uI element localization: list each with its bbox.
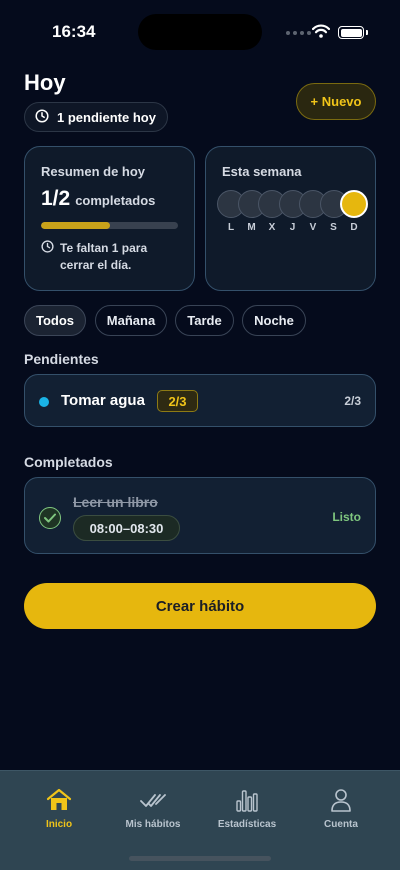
week-dots bbox=[217, 190, 368, 218]
tab-estadisticas[interactable]: Estadísticas bbox=[202, 787, 292, 830]
pending-section-title: Pendientes bbox=[24, 351, 99, 367]
summary-note: Te faltan 1 para cerrar el día. bbox=[41, 240, 172, 274]
tab-mis-habitos[interactable]: Mis hábitos bbox=[108, 787, 198, 830]
habit-name: Tomar agua bbox=[61, 392, 145, 409]
bar-chart-icon bbox=[233, 787, 261, 813]
week-card: Esta semana LMXJVSD bbox=[205, 146, 376, 291]
habit-card-leer-un-libro[interactable]: Leer un libro 08:00–08:30 Listo bbox=[24, 477, 376, 554]
summary-card: Resumen de hoy 1/2 completados Te faltan… bbox=[24, 146, 195, 291]
summary-progress-fill bbox=[41, 222, 110, 229]
battery-icon bbox=[338, 26, 364, 39]
habit-status: Listo bbox=[332, 510, 361, 524]
summary-note-text: Te faltan 1 para cerrar el día. bbox=[60, 241, 148, 272]
tab-label: Mis hábitos bbox=[125, 819, 181, 830]
battery-tip bbox=[366, 30, 368, 35]
filter-tarde[interactable]: Tarde bbox=[175, 305, 234, 336]
check-icon[interactable] bbox=[39, 507, 61, 529]
checks-icon bbox=[139, 787, 167, 813]
status-time: 16:34 bbox=[52, 22, 96, 41]
habit-progress-badge: 2/3 bbox=[157, 390, 198, 412]
week-day-label-d: D bbox=[350, 222, 358, 233]
habit-color-dot bbox=[39, 397, 49, 407]
summary-count-label: completados bbox=[75, 193, 156, 208]
signal-icon bbox=[286, 31, 311, 35]
home-indicator bbox=[129, 856, 271, 861]
status-bar: 16:34 bbox=[0, 0, 400, 62]
new-button[interactable]: + Nuevo bbox=[296, 83, 376, 120]
filter-todos[interactable]: Todos bbox=[24, 305, 86, 336]
completed-section-title: Completados bbox=[24, 454, 113, 470]
habit-time-chip: 08:00–08:30 bbox=[73, 515, 180, 541]
habit-count: 2/3 bbox=[344, 394, 361, 408]
dynamic-island bbox=[138, 14, 262, 50]
clock-icon bbox=[41, 240, 54, 274]
clock-icon bbox=[35, 108, 49, 126]
tab-label: Inicio bbox=[45, 819, 73, 830]
summary-count: 1/2 completados bbox=[41, 187, 155, 211]
pending-chip-label: 1 pendiente hoy bbox=[57, 109, 156, 125]
tab-inicio[interactable]: Inicio bbox=[14, 787, 104, 830]
tab-label: Cuenta bbox=[324, 819, 358, 830]
week-day-labels: LMXJVSD bbox=[217, 222, 367, 236]
tab-bar: Inicio Mis hábitos Estadísticas Cuenta bbox=[0, 770, 400, 870]
page-title: Hoy bbox=[24, 70, 66, 95]
filter-noche[interactable]: Noche bbox=[242, 305, 306, 336]
tab-cuenta[interactable]: Cuenta bbox=[296, 787, 386, 830]
wifi-icon bbox=[311, 24, 331, 43]
user-icon bbox=[327, 787, 355, 813]
summary-count-value: 1/2 bbox=[41, 187, 71, 210]
summary-progress-bar bbox=[41, 222, 178, 229]
tab-label: Estadísticas bbox=[217, 819, 277, 830]
week-title: Esta semana bbox=[222, 164, 302, 179]
week-day-dot-d bbox=[340, 190, 368, 218]
summary-title: Resumen de hoy bbox=[41, 164, 146, 179]
create-habit-button[interactable]: Crear hábito bbox=[24, 583, 376, 629]
habit-name: Leer un libro bbox=[73, 494, 158, 510]
habit-card-tomar-agua[interactable]: Tomar agua 2/3 2/3 bbox=[24, 374, 376, 427]
pending-chip[interactable]: 1 pendiente hoy bbox=[24, 102, 168, 132]
filter-manana[interactable]: Mañana bbox=[95, 305, 167, 336]
home-icon bbox=[45, 787, 73, 813]
